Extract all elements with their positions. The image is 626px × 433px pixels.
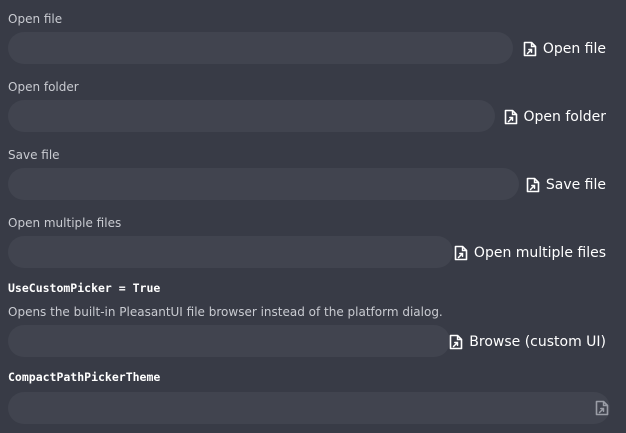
open-folder-button[interactable]: Open folder: [504, 104, 606, 130]
file-shortcut-icon: [523, 41, 537, 57]
save-file-button[interactable]: Save file: [526, 172, 606, 198]
file-shortcut-icon: [595, 400, 609, 416]
file-shortcut-icon: [504, 109, 517, 125]
open-file-button[interactable]: Open file: [523, 36, 606, 62]
open-file-button-label: Open file: [542, 41, 606, 57]
compact-picker-button[interactable]: [595, 400, 609, 416]
file-shortcut-icon: [449, 334, 463, 350]
browse-custom-ui-button[interactable]: Browse (custom UI): [449, 329, 606, 355]
open-folder-path-field[interactable]: [8, 100, 495, 132]
open-multiple-files-button[interactable]: Open multiple files: [454, 240, 606, 266]
use-custom-picker-heading: UseCustomPicker = True: [8, 281, 161, 295]
open-file-path-field[interactable]: [8, 32, 513, 64]
browse-custom-ui-button-label: Browse (custom UI): [469, 334, 606, 350]
open-file-label: Open file: [8, 12, 63, 26]
open-multiple-files-label: Open multiple files: [8, 216, 122, 230]
save-file-path-field[interactable]: [8, 168, 519, 200]
file-shortcut-icon: [526, 177, 540, 193]
compact-path-picker-field[interactable]: [8, 392, 610, 424]
open-multiple-files-path-field[interactable]: [8, 236, 453, 268]
open-multiple-files-button-label: Open multiple files: [473, 245, 606, 261]
file-shortcut-icon: [454, 245, 468, 261]
compact-path-picker-heading: CompactPathPickerTheme: [8, 370, 161, 384]
use-custom-picker-description: Opens the built-in PleasantUI file brows…: [8, 305, 443, 319]
open-folder-label: Open folder: [8, 80, 79, 94]
open-folder-button-label: Open folder: [523, 109, 606, 125]
file-picker-demo: Open file Open file Open folder Open fol…: [0, 0, 626, 433]
save-file-button-label: Save file: [545, 177, 606, 193]
custom-picker-path-field[interactable]: [8, 325, 450, 357]
save-file-label: Save file: [8, 148, 60, 162]
